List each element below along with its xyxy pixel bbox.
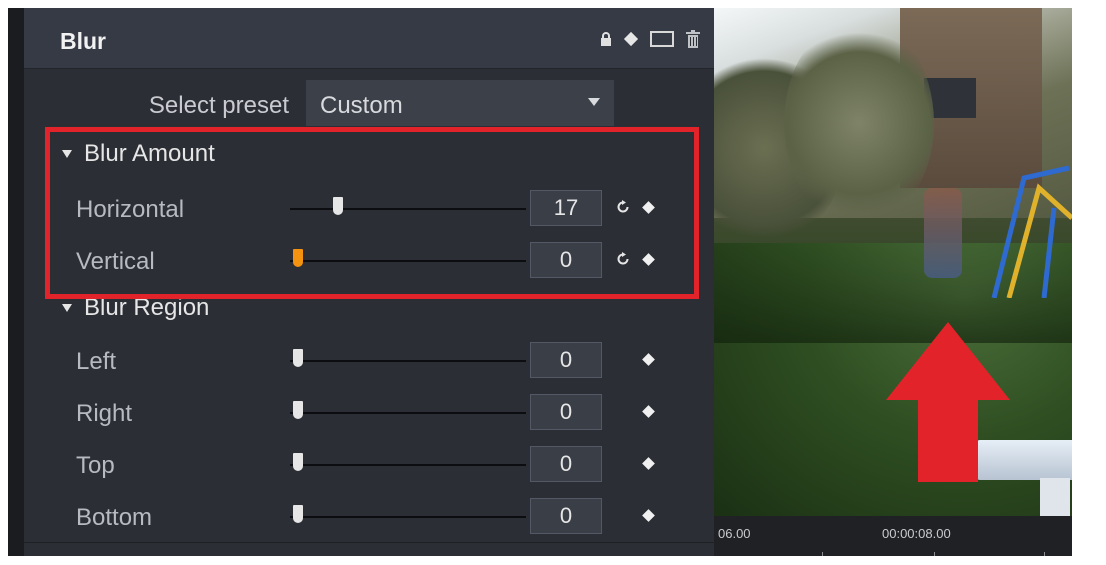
video-preview[interactable] — [714, 8, 1072, 516]
param-row-top: Top 0 — [24, 442, 714, 484]
param-row-left: Left 0 — [24, 338, 714, 380]
keyframe-icon[interactable] — [642, 457, 655, 470]
playground-slide — [991, 165, 1072, 298]
value-input[interactable]: 0 — [530, 446, 602, 482]
value-input[interactable]: 0 — [530, 342, 602, 378]
keyframe-icon[interactable] — [642, 509, 655, 522]
param-label: Bottom — [76, 504, 153, 531]
keyframe-icon[interactable] — [642, 253, 655, 266]
value-input[interactable]: 0 — [530, 242, 602, 278]
param-label: Right — [76, 400, 133, 427]
slider-track[interactable] — [290, 360, 526, 362]
blurred-subject — [924, 188, 962, 278]
section-blur-region[interactable]: Blur Region — [24, 290, 714, 326]
keyframe-icon[interactable] — [642, 201, 655, 214]
keyframe-icon[interactable] — [642, 405, 655, 418]
slider-track[interactable] — [290, 464, 526, 466]
param-row-right: Right 0 — [24, 390, 714, 432]
chevron-down-icon — [588, 98, 600, 106]
slider-thumb[interactable] — [293, 249, 303, 267]
slider-thumb[interactable] — [293, 453, 303, 471]
preview-bench-leg — [1040, 478, 1070, 516]
effect-panel: Blur Select preset Custom Blur Amount Ho… — [24, 8, 714, 556]
panel-divider — [24, 542, 714, 543]
keyframe-icon[interactable] — [623, 31, 639, 47]
section-blur-amount[interactable]: Blur Amount — [24, 136, 714, 172]
collapse-triangle-icon — [62, 150, 72, 158]
preset-dropdown[interactable]: Custom — [306, 80, 614, 126]
value-input[interactable]: 0 — [530, 498, 602, 534]
slider-thumb[interactable] — [333, 197, 344, 215]
preview-tree — [784, 18, 934, 228]
param-label: Horizontal — [76, 196, 185, 223]
arrow-up-icon — [886, 322, 1010, 482]
preset-value: Custom — [320, 92, 403, 119]
left-edge — [8, 8, 24, 556]
preset-row: Select preset Custom — [24, 80, 714, 126]
slider-track[interactable] — [290, 208, 526, 210]
slider-thumb[interactable] — [293, 401, 303, 419]
timeline-tick — [822, 552, 823, 556]
param-row-bottom: Bottom 0 — [24, 494, 714, 536]
param-label: Vertical — [76, 248, 155, 275]
timeline-tick — [934, 552, 935, 556]
section-title: Blur Region — [84, 294, 210, 321]
slider-track[interactable] — [290, 412, 526, 414]
keyframe-icon[interactable] — [642, 353, 655, 366]
value-input[interactable]: 17 — [530, 190, 602, 226]
slider-thumb[interactable] — [293, 349, 303, 367]
lock-icon[interactable] — [600, 32, 612, 46]
param-row-horizontal: Horizontal 17 — [24, 186, 714, 228]
time-label: 06.00 — [718, 526, 751, 541]
panel-title: Blur — [60, 28, 106, 54]
reset-icon[interactable] — [616, 200, 630, 214]
image-icon[interactable] — [650, 31, 674, 47]
timeline-tick — [1044, 552, 1045, 556]
time-label: 00:00:08.00 — [882, 526, 951, 541]
reset-icon[interactable] — [616, 252, 630, 266]
slider-thumb[interactable] — [293, 505, 303, 523]
slider-track[interactable] — [290, 260, 526, 262]
collapse-triangle-icon — [62, 304, 72, 312]
param-label: Top — [76, 452, 115, 479]
header-icons — [600, 30, 700, 48]
preset-label: Select preset — [148, 92, 289, 119]
app-window: Blur Select preset Custom Blur Amount Ho… — [8, 8, 1072, 556]
trash-icon[interactable] — [686, 30, 700, 48]
timeline-ruler[interactable]: 06.00 00:00:08.00 — [714, 516, 1072, 556]
param-label: Left — [76, 348, 117, 375]
param-row-vertical: Vertical 0 — [24, 238, 714, 280]
value-input[interactable]: 0 — [530, 394, 602, 430]
panel-header: Blur — [24, 8, 714, 69]
section-title: Blur Amount — [84, 140, 215, 167]
slider-track[interactable] — [290, 516, 526, 518]
